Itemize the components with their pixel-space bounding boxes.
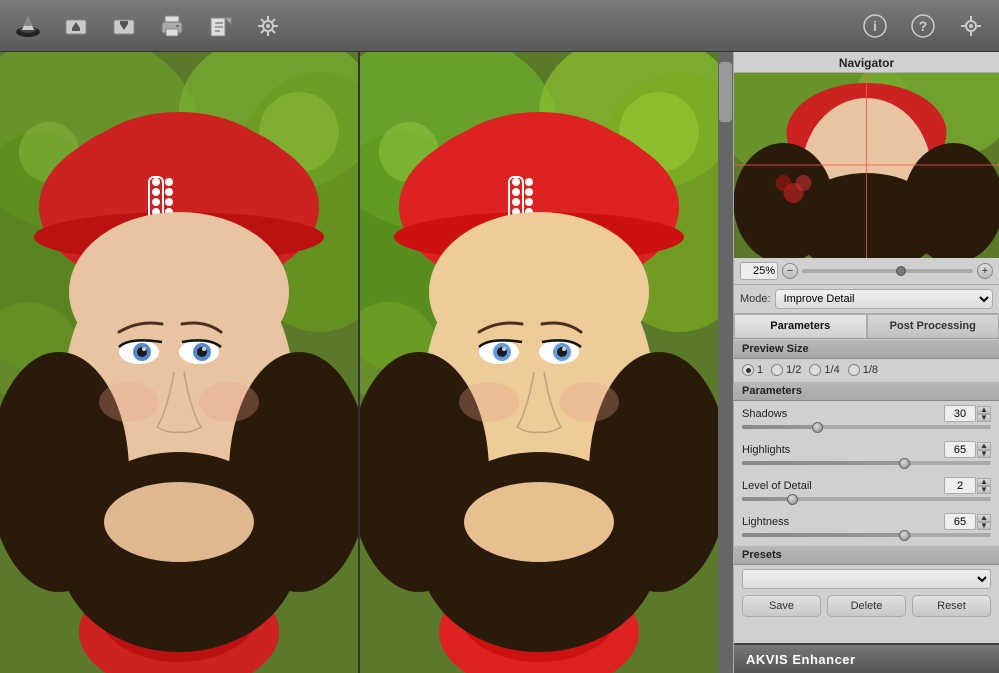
zoom-slider[interactable] bbox=[802, 269, 973, 273]
level-of-detail-label: Level of Detail bbox=[742, 480, 812, 492]
svg-text:?: ? bbox=[919, 18, 928, 34]
level-of-detail-value-box: ▲ ▼ bbox=[944, 477, 991, 494]
zoom-in-button[interactable]: + bbox=[977, 263, 993, 279]
highlights-row: Highlights ▲ ▼ bbox=[734, 437, 999, 473]
open-file-icon[interactable] bbox=[58, 8, 94, 44]
level-of-detail-row: Level of Detail ▲ ▼ bbox=[734, 473, 999, 509]
processed-image-panel[interactable] bbox=[358, 52, 718, 673]
original-image-panel[interactable] bbox=[0, 52, 358, 673]
toolbar: i ? bbox=[0, 0, 999, 52]
lightness-value[interactable] bbox=[944, 513, 976, 530]
params-area: Preview Size 1 1/2 1/4 1/8 bbox=[734, 339, 999, 643]
radio-quarter[interactable] bbox=[809, 364, 821, 376]
zoom-bar: 25% − + bbox=[734, 258, 999, 285]
preview-size-row: 1 1/2 1/4 1/8 bbox=[734, 359, 999, 381]
highlights-stepper: ▲ ▼ bbox=[977, 442, 991, 458]
mode-select[interactable]: Improve Detail Stylization Remove Noise bbox=[775, 289, 993, 309]
lightness-down[interactable]: ▼ bbox=[977, 522, 991, 530]
preview-size-1[interactable]: 1 bbox=[742, 364, 763, 376]
settings2-icon[interactable] bbox=[250, 8, 286, 44]
highlights-value-box: ▲ ▼ bbox=[944, 441, 991, 458]
mode-bar: Mode: Improve Detail Stylization Remove … bbox=[734, 285, 999, 314]
lightness-label: Lightness bbox=[742, 516, 789, 528]
preview-size-eighth[interactable]: 1/8 bbox=[848, 364, 878, 376]
preview-size-header: Preview Size bbox=[734, 339, 999, 359]
shadows-value-box: ▲ ▼ bbox=[944, 405, 991, 422]
navigator-title: Navigator bbox=[734, 52, 999, 73]
print-icon[interactable] bbox=[154, 8, 190, 44]
shadows-label: Shadows bbox=[742, 408, 787, 420]
reset-button[interactable]: Reset bbox=[912, 595, 991, 617]
vertical-scrollbar[interactable] bbox=[718, 52, 733, 673]
tab-post-processing[interactable]: Post Processing bbox=[867, 314, 999, 338]
presets-dropdown[interactable] bbox=[742, 569, 991, 589]
shadows-slider-thumb[interactable] bbox=[812, 422, 823, 433]
level-of-detail-stepper: ▲ ▼ bbox=[977, 478, 991, 494]
mode-label: Mode: bbox=[740, 293, 771, 305]
preview-size-quarter[interactable]: 1/4 bbox=[809, 364, 839, 376]
download-icon[interactable] bbox=[106, 8, 142, 44]
shadows-row: Shadows ▲ ▼ bbox=[734, 401, 999, 437]
help-icon[interactable]: ? bbox=[905, 8, 941, 44]
level-of-detail-slider-track[interactable] bbox=[742, 497, 991, 501]
app-footer-label: AKVIS Enhancer bbox=[746, 652, 856, 667]
highlights-slider-track[interactable] bbox=[742, 461, 991, 465]
shadows-down[interactable]: ▼ bbox=[977, 414, 991, 422]
svg-text:i: i bbox=[873, 18, 877, 34]
highlights-slider-thumb[interactable] bbox=[899, 458, 910, 469]
right-panel: Navigator bbox=[733, 52, 999, 673]
level-of-detail-down[interactable]: ▼ bbox=[977, 486, 991, 494]
scrollbar-thumb[interactable] bbox=[719, 62, 732, 122]
app-logo-icon bbox=[10, 8, 46, 44]
preview-size-half[interactable]: 1/2 bbox=[771, 364, 801, 376]
presets-section: Save Delete Reset bbox=[734, 565, 999, 621]
radio-eighth[interactable] bbox=[848, 364, 860, 376]
radio-1[interactable] bbox=[742, 364, 754, 376]
main-area: Navigator bbox=[0, 52, 999, 673]
lightness-slider-track[interactable] bbox=[742, 533, 991, 537]
highlights-label: Highlights bbox=[742, 444, 790, 456]
level-of-detail-slider-thumb[interactable] bbox=[787, 494, 798, 505]
presets-buttons: Save Delete Reset bbox=[742, 595, 991, 617]
zoom-slider-thumb[interactable] bbox=[896, 266, 906, 276]
info-icon[interactable]: i bbox=[857, 8, 893, 44]
parameters-header: Parameters bbox=[734, 381, 999, 401]
lightness-slider-thumb[interactable] bbox=[899, 530, 910, 541]
lightness-row: Lightness ▲ ▼ bbox=[734, 509, 999, 545]
highlights-down[interactable]: ▼ bbox=[977, 450, 991, 458]
export-icon[interactable] bbox=[202, 8, 238, 44]
lightness-stepper: ▲ ▼ bbox=[977, 514, 991, 530]
radio-half[interactable] bbox=[771, 364, 783, 376]
delete-button[interactable]: Delete bbox=[827, 595, 906, 617]
navigator-preview[interactable] bbox=[734, 73, 999, 258]
level-of-detail-value[interactable] bbox=[944, 477, 976, 494]
zoom-out-button[interactable]: − bbox=[782, 263, 798, 279]
tabs: Parameters Post Processing bbox=[734, 314, 999, 339]
shadows-value[interactable] bbox=[944, 405, 976, 422]
image-area bbox=[0, 52, 733, 673]
save-button[interactable]: Save bbox=[742, 595, 821, 617]
tab-parameters[interactable]: Parameters bbox=[734, 314, 867, 338]
shadows-stepper: ▲ ▼ bbox=[977, 406, 991, 422]
lightness-value-box: ▲ ▼ bbox=[944, 513, 991, 530]
presets-header: Presets bbox=[734, 545, 999, 565]
highlights-value[interactable] bbox=[944, 441, 976, 458]
app-footer: AKVIS Enhancer bbox=[734, 643, 999, 673]
preferences-icon[interactable] bbox=[953, 8, 989, 44]
shadows-slider-track[interactable] bbox=[742, 425, 991, 429]
zoom-input[interactable]: 25% bbox=[740, 262, 778, 280]
